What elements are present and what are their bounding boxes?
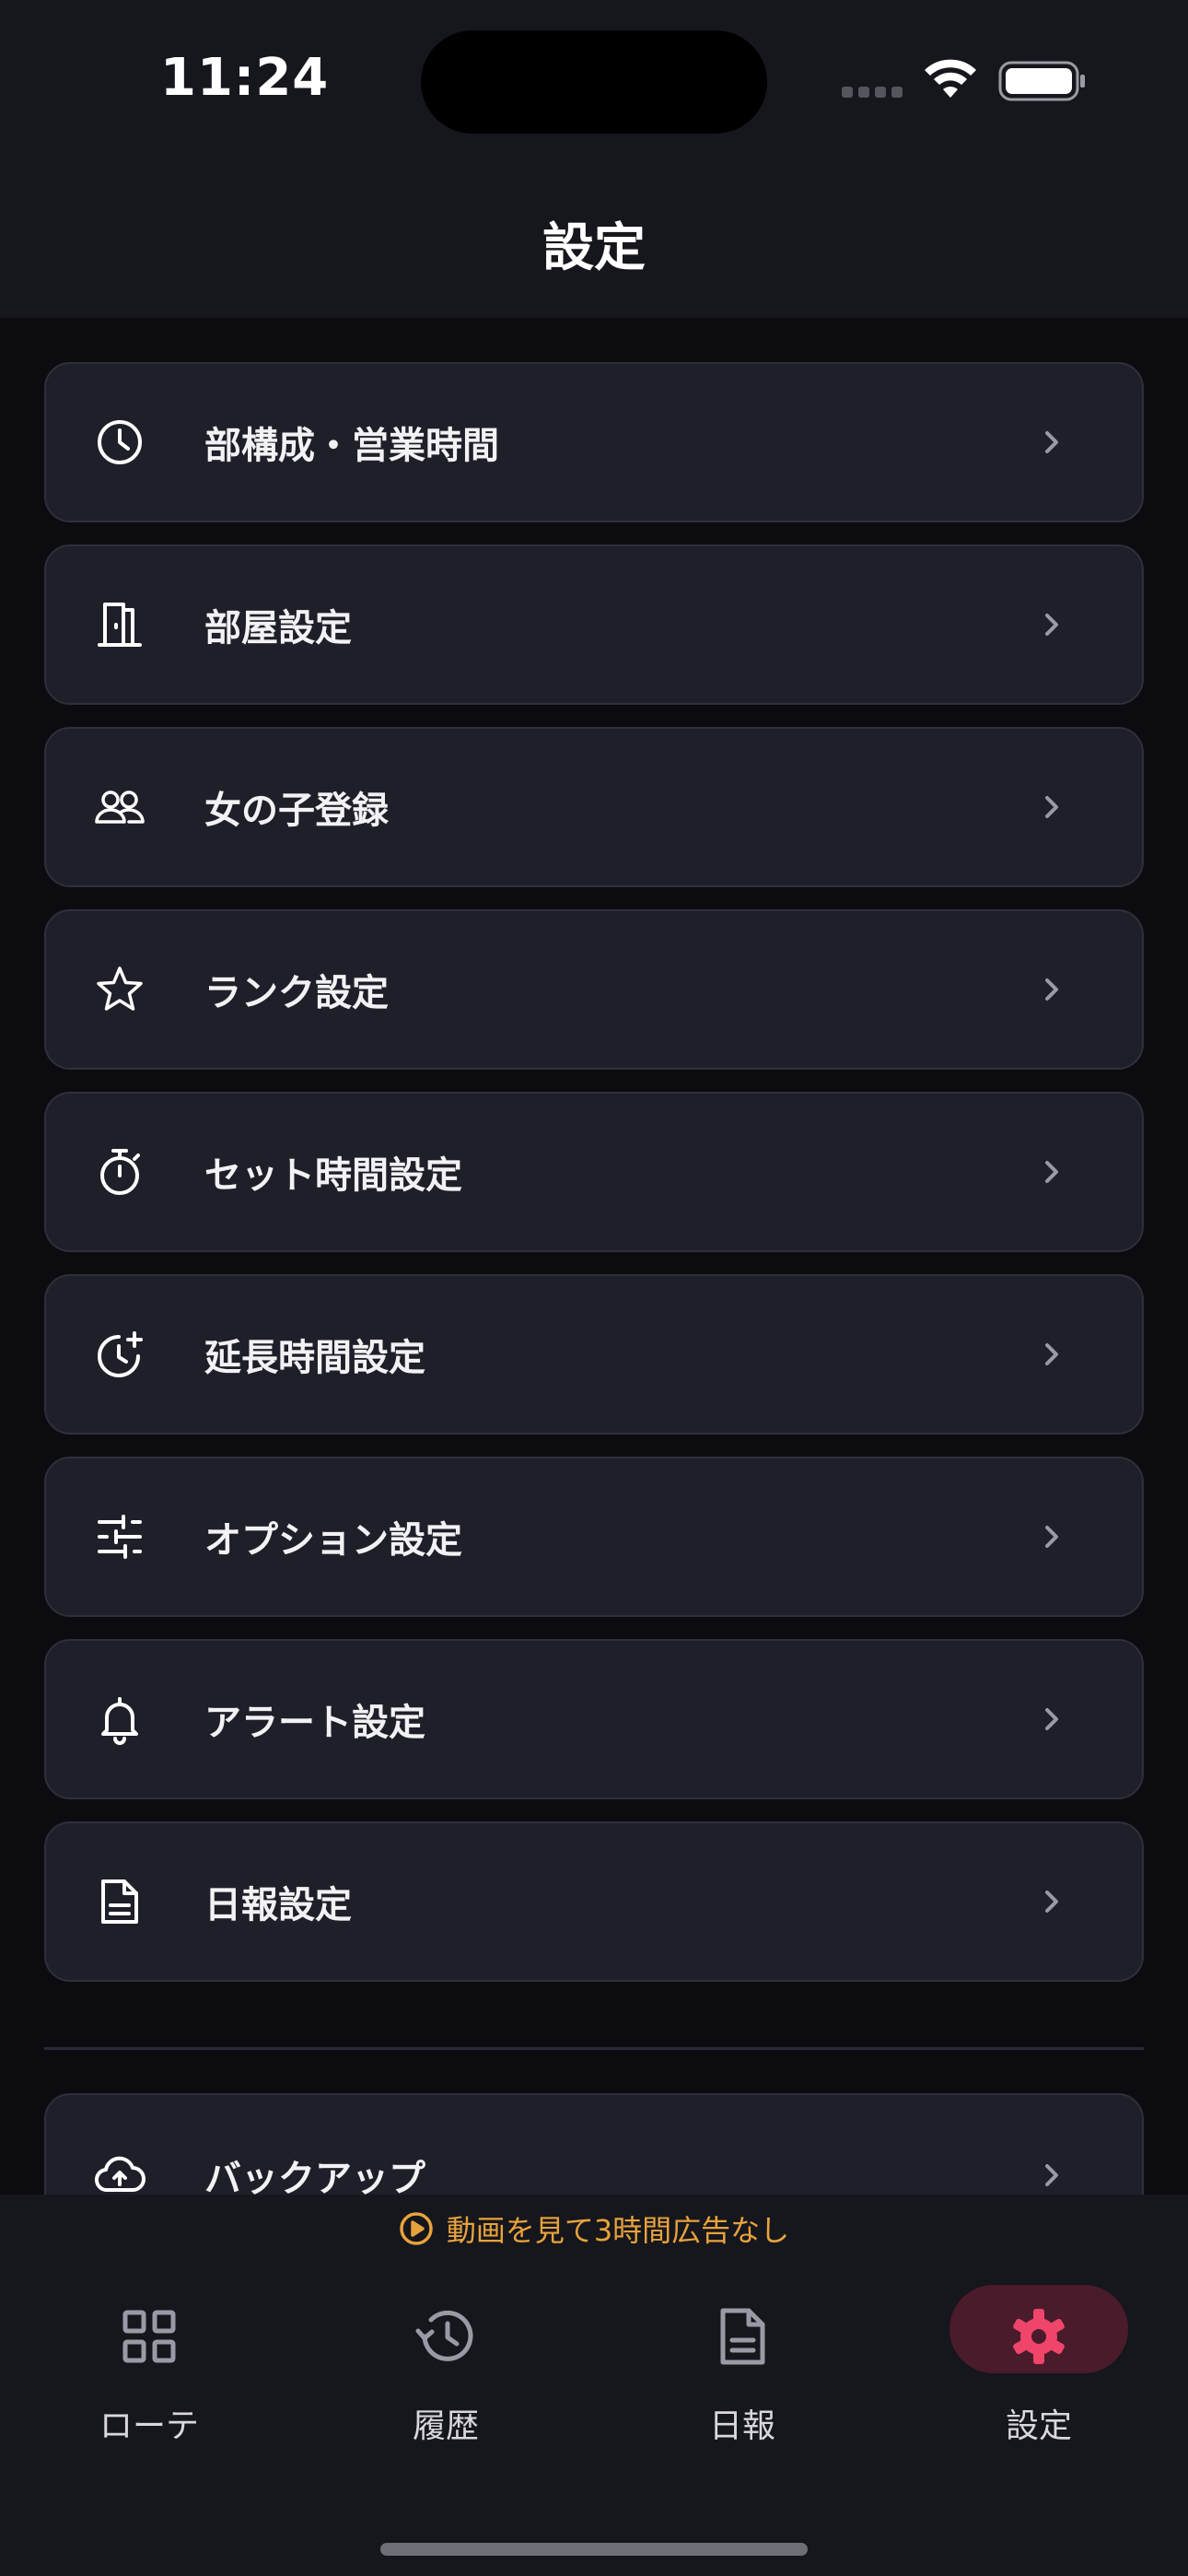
settings-item-business-hours[interactable]: 部構成・営業時間 [44,362,1144,522]
home-indicator[interactable] [380,2543,808,2556]
settings-item-girl-registration[interactable]: 女の子登録 [44,727,1144,887]
tab-label: 日報 [708,2407,775,2445]
chevron-right-icon [1039,1704,1065,1735]
tab-label: 履歴 [412,2407,479,2445]
settings-item-daily-report[interactable]: 日報設定 [44,1821,1144,1982]
settings-item-label: セット時間設定 [204,1154,462,1197]
page-title: 設定 [542,218,646,278]
tab-bar: ローテ 履歴 日報 設定 [0,2285,1188,2460]
tab-history[interactable]: 履歴 [354,2294,538,2460]
settings-item-extension-time[interactable]: 延長時間設定 [44,1274,1144,1434]
cellular-signal-icon [842,87,903,98]
settings-item-label: 部構成・営業時間 [204,425,499,467]
tab-daily-report[interactable]: 日報 [650,2294,834,2460]
document-icon [709,2303,775,2370]
settings-item-set-time[interactable]: セット時間設定 [44,1092,1144,1252]
settings-item-alert[interactable]: アラート設定 [44,1639,1144,1799]
bell-icon [94,1693,146,1745]
gear-icon [1006,2303,1072,2370]
settings-item-label: ランク設定 [204,972,389,1014]
play-circle-icon [400,2212,433,2245]
chevron-right-icon [1039,1156,1065,1188]
settings-screen: 11:24 設定 部構成・営業時間 部屋設定 女の子登録 ランク設定 セット時間… [0,0,1188,2576]
grid-icon [116,2303,182,2370]
top-bar: 11:24 設定 [0,0,1188,318]
tab-label: 設定 [1005,2407,1072,2445]
section-divider [44,2047,1144,2050]
sliders-icon [94,1511,146,1563]
settings-item-label: オプション設定 [204,1519,462,1562]
settings-item-label: 部屋設定 [204,607,352,650]
chevron-right-icon [1039,1339,1065,1370]
document-icon [94,1876,146,1927]
chevron-right-icon [1039,1886,1065,1917]
status-time: 11:24 [160,48,330,108]
wifi-icon [925,59,976,98]
ad-banner-text: 動画を見て3時間広告なし [446,2213,790,2248]
settings-list: 部構成・営業時間 部屋設定 女の子登録 ランク設定 セット時間設定 延長時間設定… [44,362,1144,2004]
users-icon [94,781,146,833]
star-icon [94,964,146,1015]
ad-free-video-banner[interactable]: 動画を見て3時間広告なし [0,2207,1188,2250]
clock-icon [94,416,146,468]
tab-rotation[interactable]: ローテ [57,2294,241,2460]
battery-icon [998,61,1085,101]
settings-item-label: 延長時間設定 [204,1337,425,1379]
chevron-right-icon [1039,1521,1065,1552]
cloud-upload-icon [94,2149,146,2201]
stopwatch-icon [94,1146,146,1198]
tab-settings[interactable]: 設定 [947,2285,1131,2460]
settings-item-options[interactable]: オプション設定 [44,1457,1144,1617]
history-icon [413,2303,479,2370]
tab-label: ローテ [99,2407,199,2445]
door-icon [94,599,146,650]
clock-plus-icon [94,1329,146,1380]
settings-item-room[interactable]: 部屋設定 [44,544,1144,705]
chevron-right-icon [1039,609,1065,640]
settings-item-label: 日報設定 [204,1884,352,1926]
chevron-right-icon [1039,974,1065,1005]
chevron-right-icon [1039,791,1065,823]
chevron-right-icon [1039,2160,1065,2191]
dynamic-island [421,30,767,134]
settings-item-label: アラート設定 [204,1702,425,1744]
settings-item-rank[interactable]: ランク設定 [44,909,1144,1070]
chevron-right-icon [1039,427,1065,458]
settings-item-label: 女の子登録 [204,790,389,832]
